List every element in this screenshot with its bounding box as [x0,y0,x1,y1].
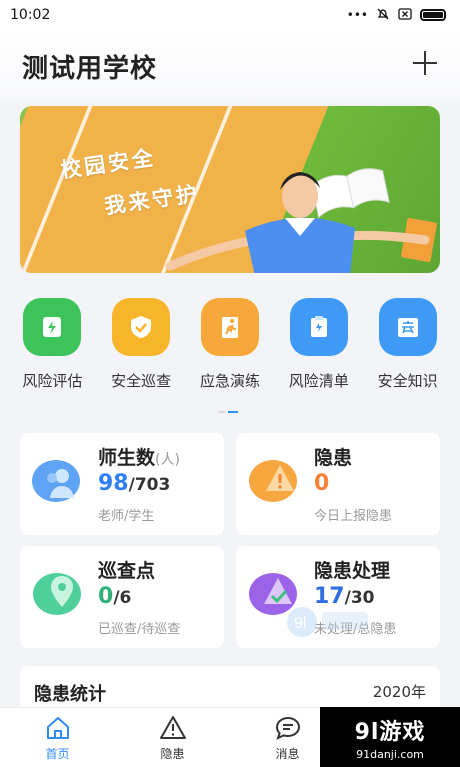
status-time: 10:02 [10,7,51,23]
person-lying-on-grass-illustration [165,168,437,273]
signal-dots-icon: ••• [346,8,368,22]
action-label: 应急演练 [199,372,260,390]
watermark-ghost-logo: 9l [287,607,368,637]
card-staff-count[interactable]: 师生数(人) 98/703 老师/学生 [20,433,224,535]
nav-hazard[interactable]: 隐患 [115,708,230,767]
page-dot-active [228,411,238,413]
action-safety-knowledge[interactable]: 安全知识 [366,298,450,398]
card-value: 0/6 [98,584,132,609]
action-label: 风险清单 [288,372,349,390]
nav-label: 消息 [275,746,300,761]
action-safety-patrol[interactable]: 安全巡查 [99,298,183,398]
people-icon [32,460,80,502]
status-bar: 10:02 ••• [0,0,460,30]
card-title: 隐患 [314,447,353,469]
svg-text:9l: 9l [294,615,306,632]
lightning-icon [23,298,82,356]
banner[interactable]: 校园安全 我来守护 [20,106,440,273]
running-person-icon [200,298,259,356]
shield-check-icon [112,298,171,356]
card-subtitle: 已巡查/待巡查 [98,622,181,637]
nav-home[interactable]: 首页 [0,708,115,767]
section-title: 隐患统计 [34,684,106,705]
battery-icon [420,9,446,21]
chat-bubble-icon [275,716,300,740]
card-value: 98/703 [98,471,171,496]
watermark-logo: 9l游戏 91danji.com [320,707,460,767]
location-pin-icon [33,573,81,615]
nav-label: 首页 [45,746,70,761]
page-dot [219,411,225,413]
card-hazard[interactable]: 隐患 0 今日上报隐患 [236,433,440,535]
warning-triangle-icon [159,715,186,739]
card-title: 师生数(人) [98,447,180,469]
page-title: 测试用学校 [22,54,158,84]
quick-actions: 风险评估 安全巡查 应急演练 风险清单 安全知识 [0,298,460,398]
action-label: 风险评估 [22,372,83,390]
action-risk-list[interactable]: 风险清单 [277,298,361,398]
action-label: 安全知识 [377,372,438,390]
nav-label: 隐患 [160,746,185,761]
year-selector[interactable]: 2020年 [373,681,426,702]
card-value: 0 [314,471,330,496]
card-subtitle: 今日上报隐患 [314,509,393,524]
page-indicator [219,411,238,413]
card-title: 巡查点 [98,560,156,582]
card-subtitle: 老师/学生 [98,509,155,524]
mute-bell-icon [376,7,390,24]
card-patrol-points[interactable]: 巡查点 0/6 已巡查/待巡查 [20,546,224,648]
add-button[interactable] [410,48,440,78]
safety-book-icon [378,298,437,356]
action-emergency-drill[interactable]: 应急演练 [188,298,272,398]
header: 测试用学校 [0,30,460,100]
home-icon [46,716,69,739]
action-label: 安全巡查 [111,372,172,390]
no-sim-icon [398,7,412,23]
card-title: 隐患处理 [314,560,391,582]
status-icons: ••• [347,7,446,24]
action-risk-assessment[interactable]: 风险评估 [10,298,94,398]
watermark-brand: 9l游戏 [354,719,426,745]
watermark-site: 91danji.com [356,747,424,761]
clipboard-icon [289,298,348,356]
warning-icon [249,460,297,502]
